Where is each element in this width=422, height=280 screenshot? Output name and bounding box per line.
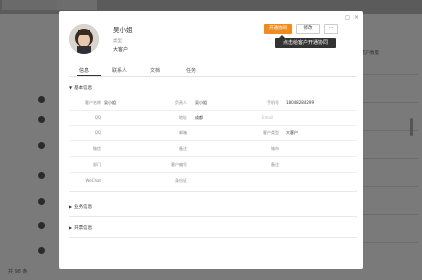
field-value: 吴小姐 — [104, 100, 116, 105]
field-value: 成都 — [195, 115, 203, 120]
section-basic-label: 基本信息 — [74, 86, 93, 91]
field-label: 身份证 — [175, 178, 187, 183]
grid-row — [69, 140, 357, 141]
background-scrollbar[interactable] — [410, 118, 413, 136]
caret-down-icon: ▼ — [69, 85, 73, 90]
tooltip: 点击给客户开通协同 — [275, 35, 336, 48]
active-tab-indicator — [77, 75, 101, 76]
grid-row — [69, 156, 357, 157]
grid-row — [69, 110, 357, 111]
edit-button[interactable]: 修改 — [296, 24, 320, 34]
field-label: 地址 — [179, 115, 187, 120]
field-label: Email — [262, 115, 274, 120]
background-row — [358, 242, 418, 243]
background-avatar — [38, 198, 45, 205]
tab-tasks[interactable]: 任务 — [186, 67, 196, 74]
restore-icon[interactable]: ◻ — [345, 14, 350, 21]
background-tab — [2, 0, 57, 10]
field-label: 邮箱 — [179, 130, 187, 135]
background-row — [358, 102, 418, 103]
background-footer-count: 共 98 条 — [8, 269, 28, 275]
section-business-info[interactable]: ▶ 业务信息 — [69, 204, 92, 210]
customer-detail-modal: ◻ × 吴小姐 类型 大客户 开通协同 修改 ··· 点击给客户开通协同 信息 … — [59, 11, 363, 269]
more-button[interactable]: ··· — [324, 24, 338, 34]
field-label: 负责人 — [175, 100, 187, 105]
background-row — [358, 130, 418, 131]
background-avatar — [38, 172, 45, 179]
caret-right-icon: ▶ — [69, 225, 73, 230]
caret-right-icon: ▶ — [69, 204, 73, 209]
field-label: 客户类型 — [263, 130, 279, 135]
section-invoice-label: 开票信息 — [74, 226, 93, 231]
field-label: 微信 — [93, 146, 101, 151]
background-row — [358, 158, 418, 159]
field-label: QQ — [94, 115, 101, 120]
close-icon[interactable]: × — [354, 14, 359, 21]
field-label: 备注 — [271, 162, 279, 167]
background-avatar — [38, 116, 45, 123]
background-row — [358, 214, 418, 215]
field-label: 城市 — [271, 146, 279, 151]
section-invoice-info[interactable]: ▶ 开票信息 — [69, 225, 92, 231]
field-value: 大客户 — [286, 130, 298, 135]
open-collaboration-button[interactable]: 开通协同 — [264, 24, 292, 34]
section-divider — [69, 191, 357, 192]
field-label: 备注 — [179, 146, 187, 151]
field-label: QQ — [94, 130, 101, 135]
background-row — [358, 186, 418, 187]
detail-tabs: 信息 联系人 文档 任务 — [69, 66, 357, 77]
section-divider — [69, 237, 357, 238]
section-divider — [69, 216, 357, 217]
grid-row — [69, 172, 357, 173]
background-right-header: 客户数量 — [361, 51, 379, 56]
background-avatar — [38, 222, 45, 229]
background-row — [358, 74, 418, 75]
background-tab-2 — [57, 0, 97, 10]
field-label: 客户编号 — [171, 162, 187, 167]
field-label: 部门 — [93, 162, 101, 167]
field-value: 18048284299 — [286, 100, 314, 105]
background-avatar — [38, 247, 45, 254]
section-basic-info[interactable]: ▼ 基本信息 — [69, 85, 92, 91]
tab-info[interactable]: 信息 — [79, 67, 89, 74]
customer-name: 吴小姐 — [113, 26, 133, 34]
field-label: WeChat — [85, 178, 101, 183]
customer-type-value: 大客户 — [113, 47, 129, 53]
grid-row — [69, 125, 357, 126]
tab-documents[interactable]: 文档 — [150, 67, 160, 74]
field-label: 手机号 — [267, 100, 279, 105]
background-avatar — [38, 96, 45, 103]
section-business-label: 业务信息 — [74, 205, 93, 210]
customer-avatar — [69, 24, 99, 54]
field-label: 客户名称 — [85, 100, 101, 105]
customer-type-label: 类型 — [113, 39, 122, 44]
tab-contacts[interactable]: 联系人 — [112, 67, 127, 74]
background-avatar — [38, 142, 45, 149]
field-value: 吴小姐 — [195, 100, 207, 105]
